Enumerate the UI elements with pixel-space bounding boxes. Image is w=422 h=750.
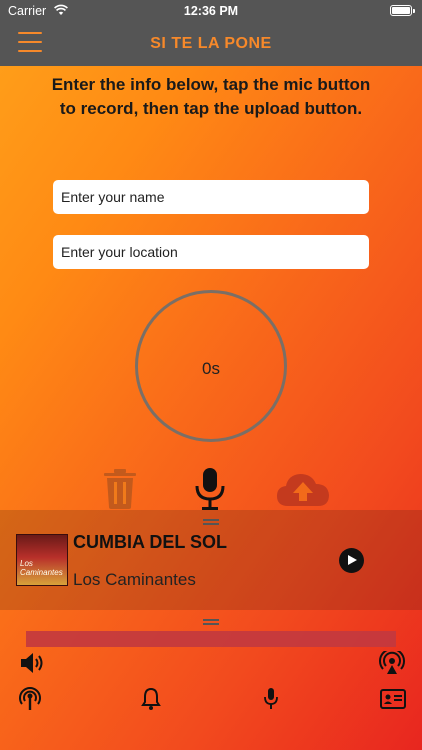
podcast-icon[interactable] xyxy=(17,687,43,711)
album-art-label: Los Caminantes xyxy=(20,559,63,577)
nav-bar: SI TE LA PONE xyxy=(0,22,422,66)
page-title: SI TE LA PONE xyxy=(150,35,272,52)
volume-icon[interactable] xyxy=(19,651,45,675)
now-playing-panel: Los Caminantes CUMBIA DEL SOL Los Camina… xyxy=(0,510,422,610)
record-timer: 0s xyxy=(135,290,287,442)
location-input[interactable] xyxy=(53,235,369,269)
name-input[interactable] xyxy=(53,180,369,214)
play-icon[interactable] xyxy=(339,548,364,573)
drag-handle[interactable] xyxy=(203,519,219,525)
mic-icon[interactable] xyxy=(193,467,227,511)
contact-card-icon[interactable] xyxy=(380,687,406,711)
airplay-icon[interactable] xyxy=(379,651,405,675)
trash-icon[interactable] xyxy=(103,469,137,509)
cloud-upload-icon[interactable] xyxy=(276,472,330,508)
clock: 12:36 PM xyxy=(183,4,239,18)
instructions-text: Enter the info below, tap the mic button… xyxy=(51,75,371,118)
timer-value: 0s xyxy=(202,359,220,378)
bell-icon[interactable] xyxy=(138,687,164,711)
battery-icon xyxy=(390,5,415,16)
progress-bar[interactable] xyxy=(26,631,396,647)
track-title: CUMBIA DEL SOL xyxy=(73,532,228,552)
player-drag-handle[interactable] xyxy=(203,619,219,625)
album-art: Los Caminantes xyxy=(16,534,68,586)
status-bar: Carrier 12:36 PM xyxy=(0,0,422,22)
track-artist: Los Caminantes xyxy=(73,570,196,589)
mic-tab-icon[interactable] xyxy=(258,687,284,711)
